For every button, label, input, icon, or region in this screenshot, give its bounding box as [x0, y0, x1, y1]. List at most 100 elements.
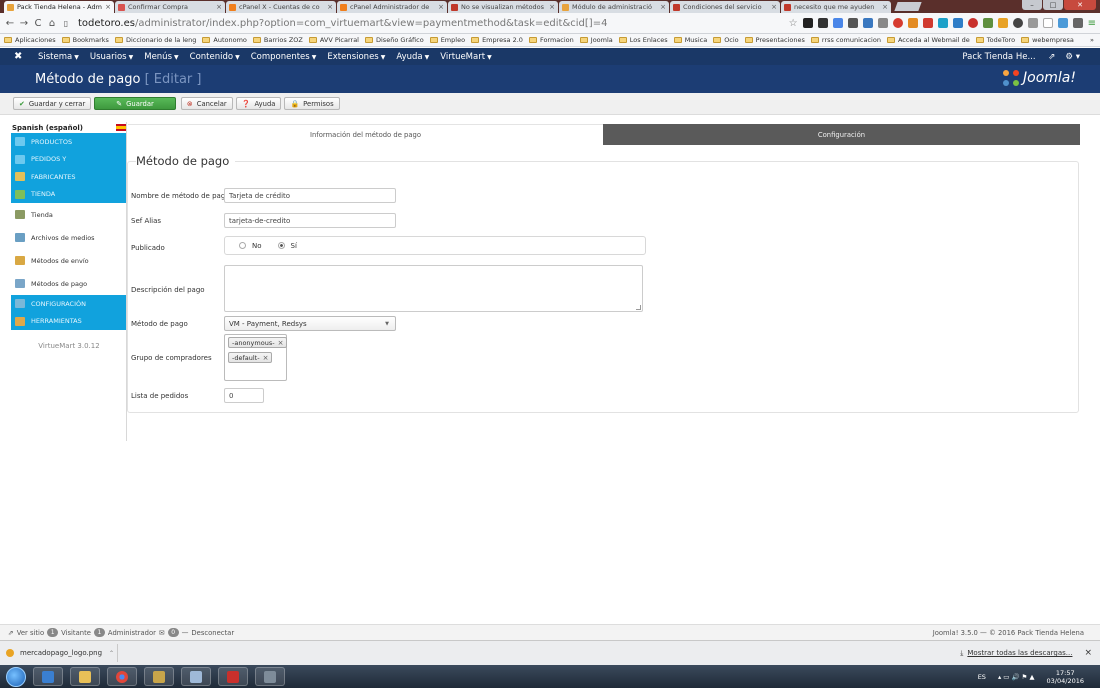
logout-link[interactable]: Desconectar — [191, 629, 234, 637]
forward-icon[interactable]: → — [18, 18, 30, 29]
sidebar-item[interactable]: Métodos de envío — [11, 249, 127, 272]
browser-tab[interactable]: Pack Tienda Helena - Adm × — [4, 1, 114, 13]
bookmark-item[interactable]: Empresa 2.0 — [471, 36, 523, 44]
shopper-groups-multiselect[interactable]: -anonymous- × -default- × — [224, 334, 288, 381]
sidebar-item[interactable]: Métodos de pago — [11, 272, 127, 295]
reload-icon[interactable]: C — [32, 18, 44, 29]
sidebar-item[interactable]: Tienda — [11, 203, 127, 226]
view-site-link[interactable]: Ver sitio — [17, 629, 44, 637]
pdf-extension-icon[interactable] — [922, 18, 933, 28]
browser-tab[interactable]: Módulo de administració × — [559, 1, 669, 13]
permissions-button[interactable]: 🔒 Permisos — [284, 97, 340, 110]
close-window-button[interactable]: ✕ — [1064, 0, 1096, 10]
language-selector[interactable]: Spanish (español) — [11, 122, 127, 133]
arc-extension-icon[interactable] — [1057, 18, 1068, 28]
bookmark-item[interactable]: Diccionario de la leng — [114, 36, 196, 44]
chevron-up-icon[interactable]: ⌃ — [109, 650, 114, 657]
globe-extension-icon[interactable] — [1012, 18, 1023, 28]
x-extension-icon[interactable] — [997, 18, 1008, 28]
taskbar-app-chrome[interactable] — [107, 667, 137, 686]
start-button[interactable] — [6, 666, 26, 687]
download-item[interactable]: mercadopago_logo.png ⌃ — [0, 644, 118, 662]
payment-name-input[interactable]: Tarjeta de crédito — [224, 188, 396, 203]
clock[interactable]: 17:57 03/04/2016 — [1047, 669, 1084, 685]
language-indicator[interactable]: ES — [978, 673, 986, 681]
v-extension-icon[interactable] — [862, 18, 873, 28]
tray-icons[interactable]: ▴ ▭ 🔊 ⚑ ▲ — [998, 673, 1035, 681]
bookmark-item[interactable]: webempresa — [1021, 36, 1074, 44]
navbar-menu-item[interactable]: Extensiones ▼ — [327, 52, 385, 62]
gear-extension-icon[interactable] — [802, 18, 813, 28]
save-button[interactable]: ✎ Guardar — [94, 97, 176, 110]
tab-close-icon[interactable]: × — [549, 3, 555, 11]
tab-close-icon[interactable]: × — [660, 3, 666, 11]
save-close-button[interactable]: ✔ Guardar y cerrar — [13, 97, 92, 110]
browser-tab[interactable]: cPanel X - Cuentas de co × — [226, 1, 336, 13]
browser-tab[interactable]: necesito que me ayuden × — [781, 1, 891, 13]
sidebar-item[interactable]: HERRAMIENTAS — [11, 312, 127, 330]
user-menu-gear-icon[interactable]: ⚙ ▾ — [1065, 52, 1080, 62]
envelope-icon[interactable]: ✉ — [159, 629, 165, 637]
tab-close-icon[interactable]: × — [771, 3, 777, 11]
bookmark-item[interactable]: Aplicaciones — [4, 36, 56, 44]
sidebar-item[interactable]: PRODUCTOS — [11, 133, 127, 151]
payment-method-select[interactable]: VM - Payment, Redsys ▼ — [224, 316, 396, 331]
remove-chip-icon[interactable]: × — [278, 339, 284, 347]
description-textarea[interactable] — [224, 265, 643, 312]
taskbar-app-acrobat[interactable] — [218, 667, 248, 686]
bookmark-item[interactable]: rrss comunicacion — [810, 36, 881, 44]
tab-close-icon[interactable]: × — [882, 3, 888, 11]
navbar-menu-item[interactable]: VirtueMart ▼ — [440, 52, 491, 62]
sidebar-item[interactable]: PEDIDOS Y — [11, 150, 127, 168]
bookmark-item[interactable]: Ocio — [713, 36, 739, 44]
bookmark-item[interactable]: Barrios ZOZ — [252, 36, 303, 44]
published-yes-radio[interactable] — [277, 242, 285, 249]
home-icon[interactable]: ⌂ — [46, 18, 58, 29]
navbar-menu-item[interactable]: Menús ▼ — [144, 52, 178, 62]
tab-close-icon[interactable]: × — [438, 3, 444, 11]
bookmark-item[interactable]: TodeToro — [975, 36, 1015, 44]
cancel-button[interactable]: ⊗ Cancelar — [180, 97, 233, 110]
cloud-extension-icon[interactable] — [1027, 18, 1038, 28]
tab-close-icon[interactable]: × — [216, 3, 222, 11]
shield-extension-icon[interactable] — [982, 18, 993, 28]
bookmark-item[interactable]: Formacion — [528, 36, 574, 44]
heart-extension-icon[interactable] — [1072, 18, 1083, 28]
remove-chip-icon[interactable]: × — [263, 354, 269, 362]
help-button[interactable]: ❓ Ayuda — [235, 97, 282, 110]
taskbar-app-calc[interactable] — [144, 667, 174, 686]
puzzle-extension-icon[interactable] — [877, 18, 888, 28]
close-downloads-icon[interactable]: × — [1084, 648, 1092, 658]
bookmark-item[interactable]: AVV Picarral — [308, 36, 359, 44]
bookmark-item[interactable]: Musica — [673, 36, 707, 44]
back-icon[interactable]: ← — [4, 18, 16, 29]
sef-alias-input[interactable]: tarjeta-de-credito — [224, 213, 396, 228]
bookmark-item[interactable]: Autonomo — [202, 36, 247, 44]
sidebar-item[interactable]: CONFIGURACIÓN — [11, 295, 127, 313]
k-extension-icon[interactable] — [937, 18, 948, 28]
tab-close-icon[interactable]: × — [327, 3, 333, 11]
tab-payment-info[interactable]: Información del método de pago — [128, 124, 603, 145]
bookmark-item[interactable]: Los Enlaces — [618, 36, 668, 44]
browser-tab[interactable]: Condiciones del servicio × — [670, 1, 780, 13]
taskbar-app-notes[interactable] — [181, 667, 211, 686]
pencil-extension-icon[interactable] — [907, 18, 918, 28]
order-input[interactable]: 0 — [224, 388, 264, 403]
taskbar-app-explorer[interactable] — [70, 667, 100, 686]
tab-close-icon[interactable]: × — [105, 3, 111, 11]
resize-grip-icon[interactable] — [636, 305, 641, 310]
navbar-menu-item[interactable]: Sistema ▼ — [38, 52, 79, 62]
bookmark-item[interactable]: Joomla — [579, 36, 613, 44]
navbar-menu-item[interactable]: Componentes ▼ — [251, 52, 317, 62]
record-extension-icon[interactable] — [892, 18, 903, 28]
bookmark-item[interactable]: Empleo — [429, 36, 465, 44]
published-no-radio[interactable] — [239, 242, 246, 249]
adblock-icon[interactable] — [967, 18, 978, 28]
joomla-logo-icon[interactable]: ✖ — [14, 51, 28, 62]
screen-extension-icon[interactable] — [952, 18, 963, 28]
browser-tab[interactable]: Confirmar Compra × — [115, 1, 225, 13]
r-extension-icon[interactable] — [1042, 18, 1053, 28]
bw-extension-icon[interactable] — [817, 18, 828, 28]
tab-configuration[interactable]: Configuración — [603, 124, 1080, 145]
browser-tab[interactable]: cPanel Administrador de × — [337, 1, 447, 13]
